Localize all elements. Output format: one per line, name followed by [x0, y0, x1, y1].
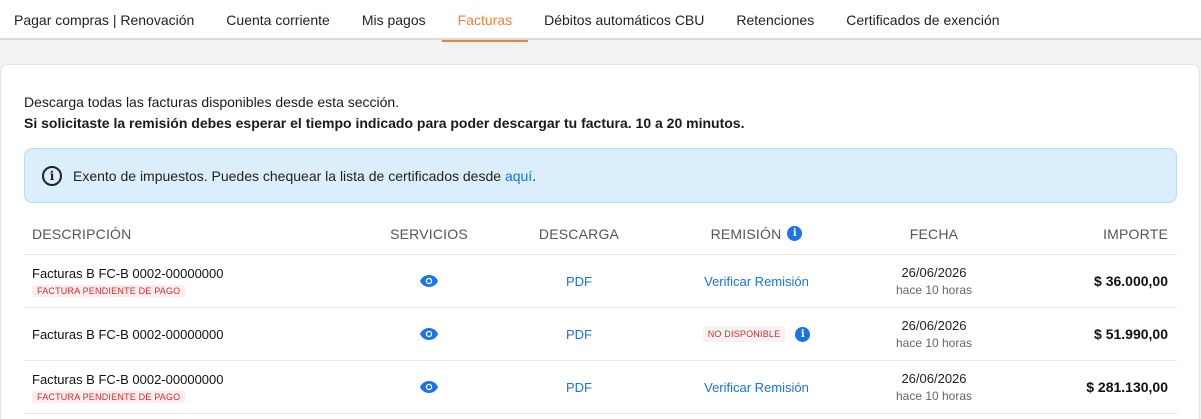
no-disponible-badge: NO DISPONIBLE: [702, 326, 786, 342]
alert-text: Exento de impuestos. Puedes chequear la …: [73, 167, 537, 184]
tab-facturas[interactable]: Facturas: [441, 0, 529, 42]
importe-value: $ 51.990,00: [1094, 326, 1168, 342]
fecha-date: 26/06/2026: [901, 371, 967, 386]
eye-icon[interactable]: [420, 275, 438, 287]
info-outline-icon: i: [42, 165, 62, 186]
intro-line-2: Si solicitaste la remisión debes esperar…: [24, 115, 745, 131]
verificar-remision-link[interactable]: Verificar Remisión: [704, 380, 809, 395]
info-icon[interactable]: i: [787, 226, 803, 241]
fecha-relative: hace 10 horas: [895, 389, 973, 403]
importe-value: $ 36.000,00: [1094, 273, 1168, 289]
tab-bar: Pagar compras | Renovación Cuenta corrie…: [0, 0, 1201, 42]
table-row: Facturas B FC-B 0002-00000000 PDF NO DIS…: [24, 308, 1177, 361]
fecha-relative: hace 10 horas: [895, 283, 973, 297]
facturas-card: Descarga todas las facturas disponibles …: [0, 64, 1200, 419]
verificar-remision-link[interactable]: Verificar Remisión: [704, 274, 809, 289]
header-importe: IMPORTE: [1103, 225, 1168, 242]
intro-text: Descarga todas las facturas disponibles …: [24, 92, 744, 134]
pdf-link[interactable]: PDF: [566, 327, 592, 342]
header-remision: REMISIÓN i: [644, 226, 869, 242]
row-descripcion: Facturas B FC-B 0002-00000000: [32, 265, 224, 281]
table-row: Facturas B FC-B 0002-00000000 FACTURA PE…: [24, 255, 1177, 308]
eye-icon[interactable]: [420, 381, 438, 393]
tab-retenciones[interactable]: Retenciones: [720, 0, 830, 40]
fecha-date: 26/06/2026: [901, 318, 967, 333]
tab-pagar-compras[interactable]: Pagar compras | Renovación: [0, 0, 210, 40]
info-icon[interactable]: i: [795, 326, 811, 342]
header-descripcion: DESCRIPCIÓN: [32, 225, 132, 242]
fecha-relative: hace 10 horas: [895, 336, 973, 350]
tab-cuenta-corriente[interactable]: Cuenta corriente: [210, 0, 346, 40]
importe-value: $ 281.130,00: [1086, 379, 1168, 395]
table-header: DESCRIPCIÓN SERVICIOS DESCARGA REMISIÓN …: [24, 213, 1177, 255]
table-row: Facturas B FC-B 0002-00000000 FACTURA PE…: [24, 361, 1177, 414]
tax-exempt-alert: i Exento de impuestos. Puedes chequear l…: [24, 148, 1177, 203]
header-servicios: SERVICIOS: [390, 225, 468, 242]
fecha-date: 26/06/2026: [901, 265, 967, 280]
tab-mis-pagos[interactable]: Mis pagos: [346, 0, 442, 40]
header-fecha: FECHA: [909, 225, 959, 242]
certificados-link[interactable]: aquí: [505, 168, 532, 184]
facturas-table: DESCRIPCIÓN SERVICIOS DESCARGA REMISIÓN …: [24, 213, 1177, 414]
pdf-link[interactable]: PDF: [566, 274, 592, 289]
tab-certificados-exencion[interactable]: Certificados de exención: [830, 0, 1015, 40]
header-descarga: DESCARGA: [538, 225, 620, 242]
tab-debitos-automaticos[interactable]: Débitos automáticos CBU: [528, 0, 720, 40]
pdf-link[interactable]: PDF: [566, 380, 592, 395]
eye-icon[interactable]: [420, 328, 438, 340]
row-descripcion: Facturas B FC-B 0002-00000000: [32, 371, 224, 387]
row-descripcion: Facturas B FC-B 0002-00000000: [32, 326, 224, 342]
status-badge: FACTURA PENDIENTE DE PAGO: [32, 284, 186, 297]
status-badge: FACTURA PENDIENTE DE PAGO: [32, 390, 186, 403]
intro-line-1: Descarga todas las facturas disponibles …: [24, 94, 400, 110]
